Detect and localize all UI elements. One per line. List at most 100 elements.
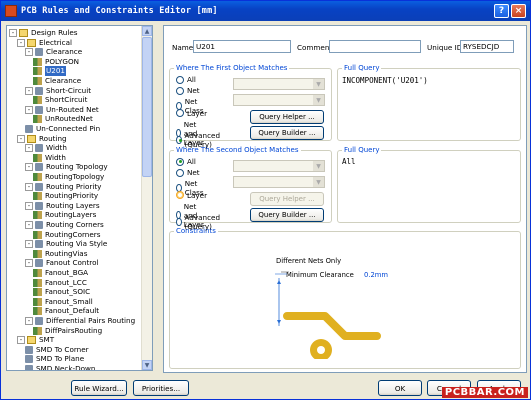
tree-item[interactable]: SMD To Corner xyxy=(25,345,89,355)
second-radio-net[interactable]: Net xyxy=(176,168,200,177)
help-button[interactable]: ? xyxy=(494,4,509,18)
collapse-toggle-icon[interactable]: - xyxy=(25,240,33,249)
collapse-toggle-icon[interactable]: - xyxy=(9,29,17,37)
rules-tree[interactable]: ▲ ▼ - Design Rules - Electrical - Clearance PO… xyxy=(6,25,153,371)
name-label: Name xyxy=(172,43,194,52)
tree-item[interactable]: - SMT xyxy=(17,335,54,345)
tree-item[interactable]: RoutingLayers xyxy=(33,210,96,220)
collapse-toggle-icon[interactable]: - xyxy=(17,38,25,47)
tree-item[interactable]: Fanout_BGA xyxy=(33,268,88,278)
rule-icon xyxy=(33,192,42,201)
tree-item[interactable]: Clearance xyxy=(33,76,81,86)
rule-type-icon xyxy=(35,144,43,153)
radio-dot-icon[interactable] xyxy=(176,75,184,84)
second-radio-advanced-query[interactable]: Advanced (Query) xyxy=(176,213,223,231)
tree-item[interactable]: U201 xyxy=(33,66,66,77)
rule-wizard-button[interactable]: Rule Wizard... xyxy=(71,380,127,396)
radio-dot-icon[interactable] xyxy=(176,191,184,200)
collapse-toggle-icon[interactable]: - xyxy=(17,134,25,143)
tree-item[interactable]: - Un-Routed Net xyxy=(25,105,99,115)
tree-item[interactable]: RoutingCorners xyxy=(33,230,100,240)
first-query-helper-button[interactable]: Query Helper ... xyxy=(250,110,324,124)
tree-item[interactable]: - Clearance xyxy=(25,47,82,57)
collapse-toggle-icon[interactable]: - xyxy=(17,336,25,345)
tree-item[interactable]: DiffPairsRouting xyxy=(33,326,102,336)
tree-item[interactable]: Fanout_SOIC xyxy=(33,287,90,297)
second-radio-layer[interactable]: Layer xyxy=(176,191,207,200)
tree-item[interactable]: - Design Rules xyxy=(9,28,78,38)
tree-item-label: Routing Priority xyxy=(46,181,102,191)
radio-dot-icon[interactable] xyxy=(176,86,184,95)
collapse-toggle-icon[interactable]: - xyxy=(25,317,33,325)
tree-item[interactable]: Fanout_LCC xyxy=(33,278,87,288)
tree-item[interactable]: - Fanout Control xyxy=(25,258,98,268)
tree-item-label: Routing xyxy=(39,133,67,143)
tree-item[interactable]: Un-Connected Pin xyxy=(25,124,100,134)
comment-field[interactable] xyxy=(329,40,421,53)
radio-dot-icon[interactable] xyxy=(176,168,184,177)
tree-item[interactable]: RoutingPriority xyxy=(33,191,98,201)
tree-item[interactable]: Width xyxy=(33,153,66,163)
collapse-toggle-icon[interactable]: - xyxy=(25,182,33,191)
tree-item[interactable]: UnRoutedNet xyxy=(33,114,93,124)
tree-item[interactable]: SMD Neck-Down xyxy=(25,364,95,370)
radio-dot-icon[interactable] xyxy=(176,109,184,118)
second-radio-all[interactable]: All xyxy=(176,157,196,166)
unique-id-field[interactable]: RYSEDCJD xyxy=(460,40,514,53)
scroll-down-arrow-icon[interactable]: ▼ xyxy=(142,360,152,370)
rule-name-field[interactable]: U201 xyxy=(193,40,291,53)
tree-item[interactable]: RoutingTopology xyxy=(33,172,104,182)
tree-item[interactable]: - Routing Priority xyxy=(25,182,101,192)
collapse-toggle-icon[interactable]: - xyxy=(25,201,33,210)
tree-item[interactable]: - Routing xyxy=(17,134,67,144)
collapse-toggle-icon[interactable]: - xyxy=(25,105,33,114)
collapse-toggle-icon[interactable]: - xyxy=(25,163,33,172)
second-full-query-text[interactable]: All xyxy=(342,157,356,166)
radio-dot-icon[interactable] xyxy=(176,136,182,144)
close-button[interactable]: × xyxy=(511,4,526,18)
tree-item[interactable]: - Routing Layers xyxy=(25,201,100,211)
tree-item[interactable]: - Differential Pairs Routing xyxy=(25,316,135,326)
collapse-toggle-icon[interactable]: - xyxy=(25,48,33,57)
tree-item[interactable]: RoutingVias xyxy=(33,249,87,259)
tree-item[interactable]: Fanout_Small xyxy=(33,297,93,307)
collapse-toggle-icon[interactable]: - xyxy=(25,144,33,153)
tree-item[interactable]: Fanout_Default xyxy=(33,306,99,316)
ok-button[interactable]: OK xyxy=(378,380,422,396)
first-query-builder-button[interactable]: Query Builder ... xyxy=(250,126,324,140)
radio-dot-icon[interactable] xyxy=(176,218,182,226)
tree-item-label: Un-Connected Pin xyxy=(36,124,101,133)
collapse-toggle-icon[interactable]: - xyxy=(25,221,33,229)
first-full-query-text[interactable]: INCOMPONENT('U201') xyxy=(342,76,428,85)
second-query-builder-button[interactable]: Query Builder ... xyxy=(250,208,324,222)
tree-item-label: Routing Via Style xyxy=(46,239,108,249)
radio-label: Advanced (Query) xyxy=(184,213,221,231)
tree-item[interactable]: POLYGON xyxy=(33,57,79,67)
tree-item[interactable]: - Width xyxy=(25,143,67,153)
first-radio-net[interactable]: Net xyxy=(176,86,200,95)
tree-scrollbar[interactable]: ▲ ▼ xyxy=(141,26,152,370)
tree-item[interactable]: - Routing Topology xyxy=(25,162,108,172)
collapse-toggle-icon[interactable]: - xyxy=(25,86,33,95)
collapse-toggle-icon[interactable]: - xyxy=(25,259,33,268)
first-radio-advanced-query[interactable]: Advanced (Query) xyxy=(176,131,223,149)
first-radio-layer[interactable]: Layer xyxy=(176,109,207,118)
second-query-helper-button[interactable]: Query Helper ... xyxy=(250,192,324,206)
first-radio-all[interactable]: All xyxy=(176,75,196,84)
rule-type-icon xyxy=(35,259,43,268)
tree-item[interactable]: - Short-Circuit xyxy=(25,86,91,96)
title-bar[interactable]: PCB Rules and Constraints Editor [mm] ? … xyxy=(1,1,530,21)
rule-type-icon xyxy=(35,182,43,191)
scroll-thumb[interactable] xyxy=(142,37,152,177)
tree-item[interactable]: - Routing Corners xyxy=(25,220,104,230)
tree-item[interactable]: - Routing Via Style xyxy=(25,239,107,249)
tree-item-label: Routing Topology xyxy=(46,162,108,172)
priorities-button[interactable]: Priorities... xyxy=(133,380,189,396)
tree-item-label: Differential Pairs Routing xyxy=(46,316,136,325)
radio-dot-icon[interactable] xyxy=(176,157,184,166)
tree-item[interactable]: ShortCircuit xyxy=(33,95,87,105)
tree-item[interactable]: SMD To Plane xyxy=(25,354,84,364)
tree-item[interactable]: - Electrical xyxy=(17,38,72,48)
rule-type-icon xyxy=(25,125,33,133)
scroll-up-arrow-icon[interactable]: ▲ xyxy=(142,26,152,36)
